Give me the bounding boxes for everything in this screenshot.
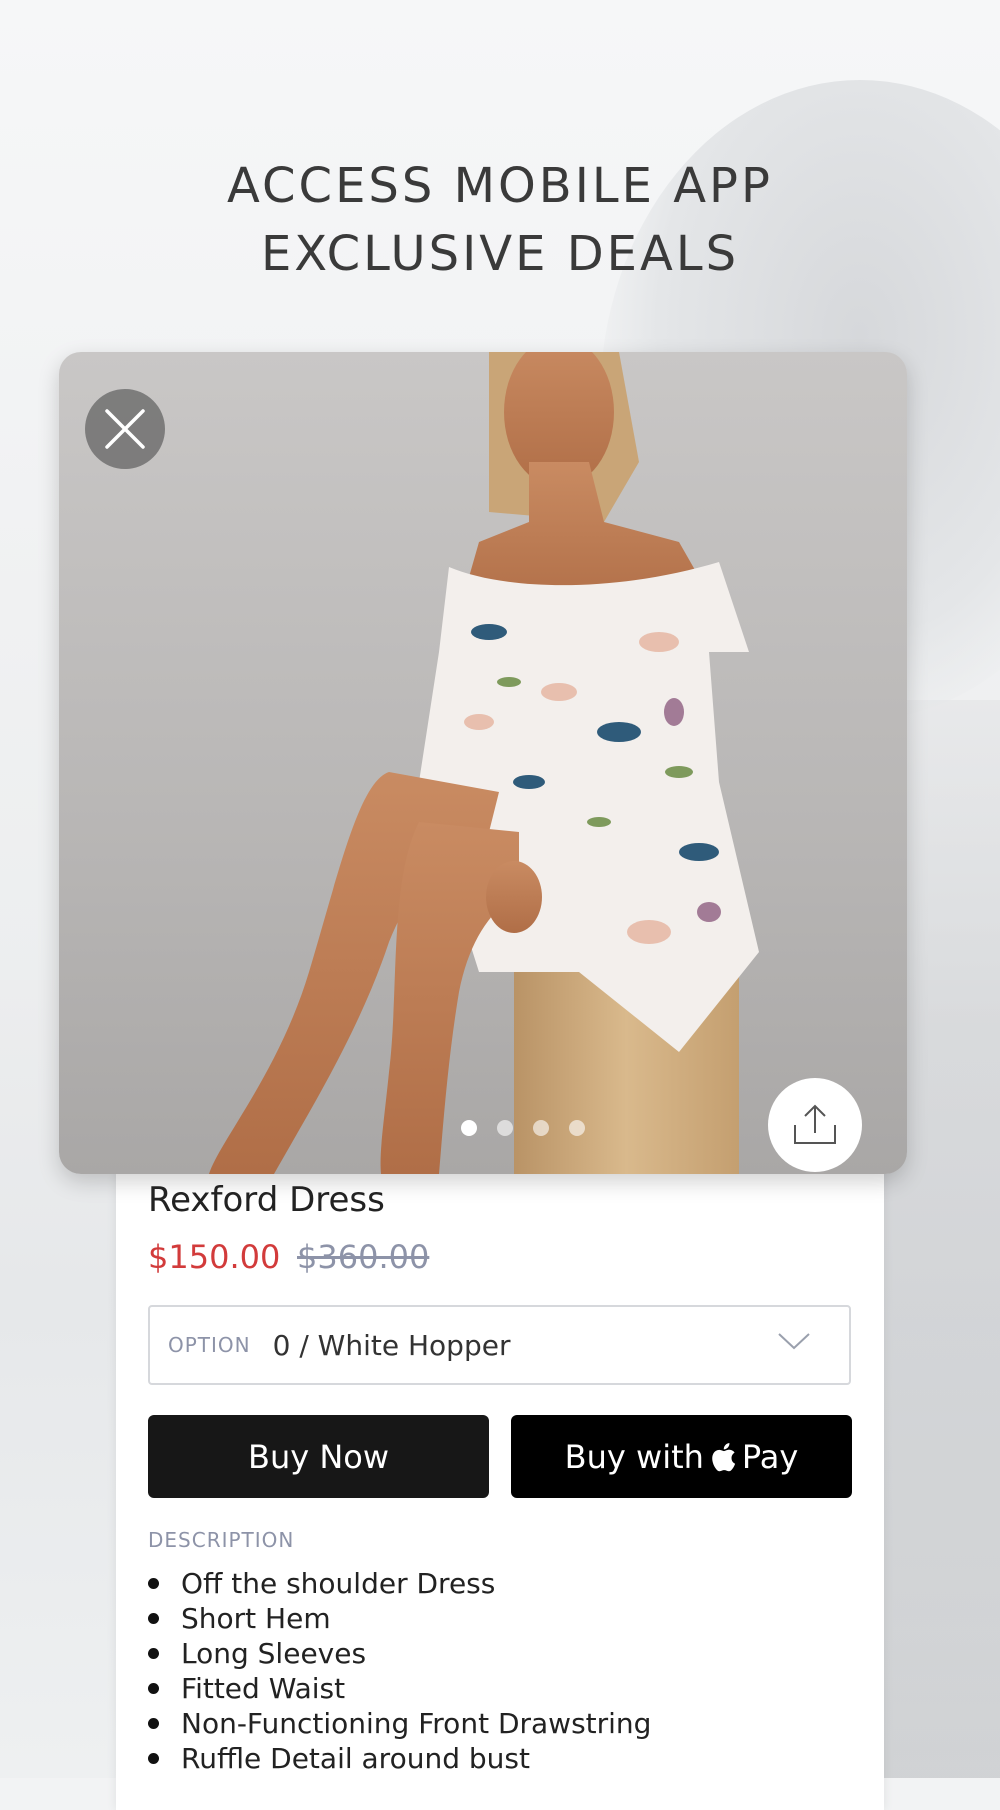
apple-pay-prefix: Buy with — [564, 1437, 704, 1476]
description-item-text: Non-Functioning Front Drawstring — [181, 1707, 652, 1740]
product-photo — [209, 352, 759, 1174]
sale-price: $150.00 — [148, 1238, 281, 1276]
buy-now-button[interactable]: Buy Now — [148, 1415, 489, 1498]
bullet-icon — [148, 1718, 159, 1729]
description-item-text: Ruffle Detail around bust — [181, 1742, 530, 1775]
compare-at-price: $360.00 — [297, 1238, 430, 1276]
gallery-dot-3[interactable] — [533, 1120, 549, 1136]
product-title: Rexford Dress — [148, 1180, 385, 1220]
buy-now-label: Buy Now — [247, 1437, 390, 1476]
promo-headline: ACCESS MOBILE APP EXCLUSIVE DEALS — [0, 152, 1000, 288]
gallery-dot-4[interactable] — [569, 1120, 585, 1136]
close-icon — [105, 409, 145, 449]
list-item: Non-Functioning Front Drawstring — [148, 1706, 651, 1741]
option-value: 0 / White Hopper — [272, 1328, 511, 1362]
list-item: Fitted Waist — [148, 1671, 651, 1706]
description-heading: DESCRIPTION — [148, 1528, 295, 1552]
gallery-dot-2[interactable] — [497, 1120, 513, 1136]
apple-pay-suffix: Pay — [741, 1437, 799, 1476]
bullet-icon — [148, 1578, 159, 1589]
apple-pay-button[interactable]: Buy with Pay — [511, 1415, 852, 1498]
share-button[interactable] — [768, 1078, 862, 1172]
description-item-text: Long Sleeves — [181, 1637, 367, 1670]
product-image-card[interactable] — [59, 352, 907, 1174]
bullet-icon — [148, 1753, 159, 1764]
promo-headline-line2: EXCLUSIVE DEALS — [260, 226, 740, 282]
share-icon — [794, 1104, 836, 1144]
close-button[interactable] — [85, 389, 165, 469]
description-item-text: Short Hem — [181, 1602, 331, 1635]
promo-headline-line1: ACCESS MOBILE APP — [227, 158, 773, 214]
description-list: Off the shoulder Dress Short Hem Long Sl… — [148, 1566, 651, 1776]
apple-logo-icon — [712, 1442, 736, 1471]
list-item: Short Hem — [148, 1601, 651, 1636]
option-label: OPTION — [168, 1333, 251, 1357]
bullet-icon — [148, 1613, 159, 1624]
bullet-icon — [148, 1648, 159, 1659]
list-item: Ruffle Detail around bust — [148, 1741, 651, 1776]
list-item: Long Sleeves — [148, 1636, 651, 1671]
description-item-text: Off the shoulder Dress — [181, 1567, 496, 1600]
bullet-icon — [148, 1683, 159, 1694]
option-select[interactable]: OPTION 0 / White Hopper — [148, 1305, 851, 1385]
gallery-dot-1[interactable] — [461, 1120, 477, 1136]
chevron-down-icon — [778, 1333, 810, 1350]
description-item-text: Fitted Waist — [181, 1672, 346, 1705]
list-item: Off the shoulder Dress — [148, 1566, 651, 1601]
